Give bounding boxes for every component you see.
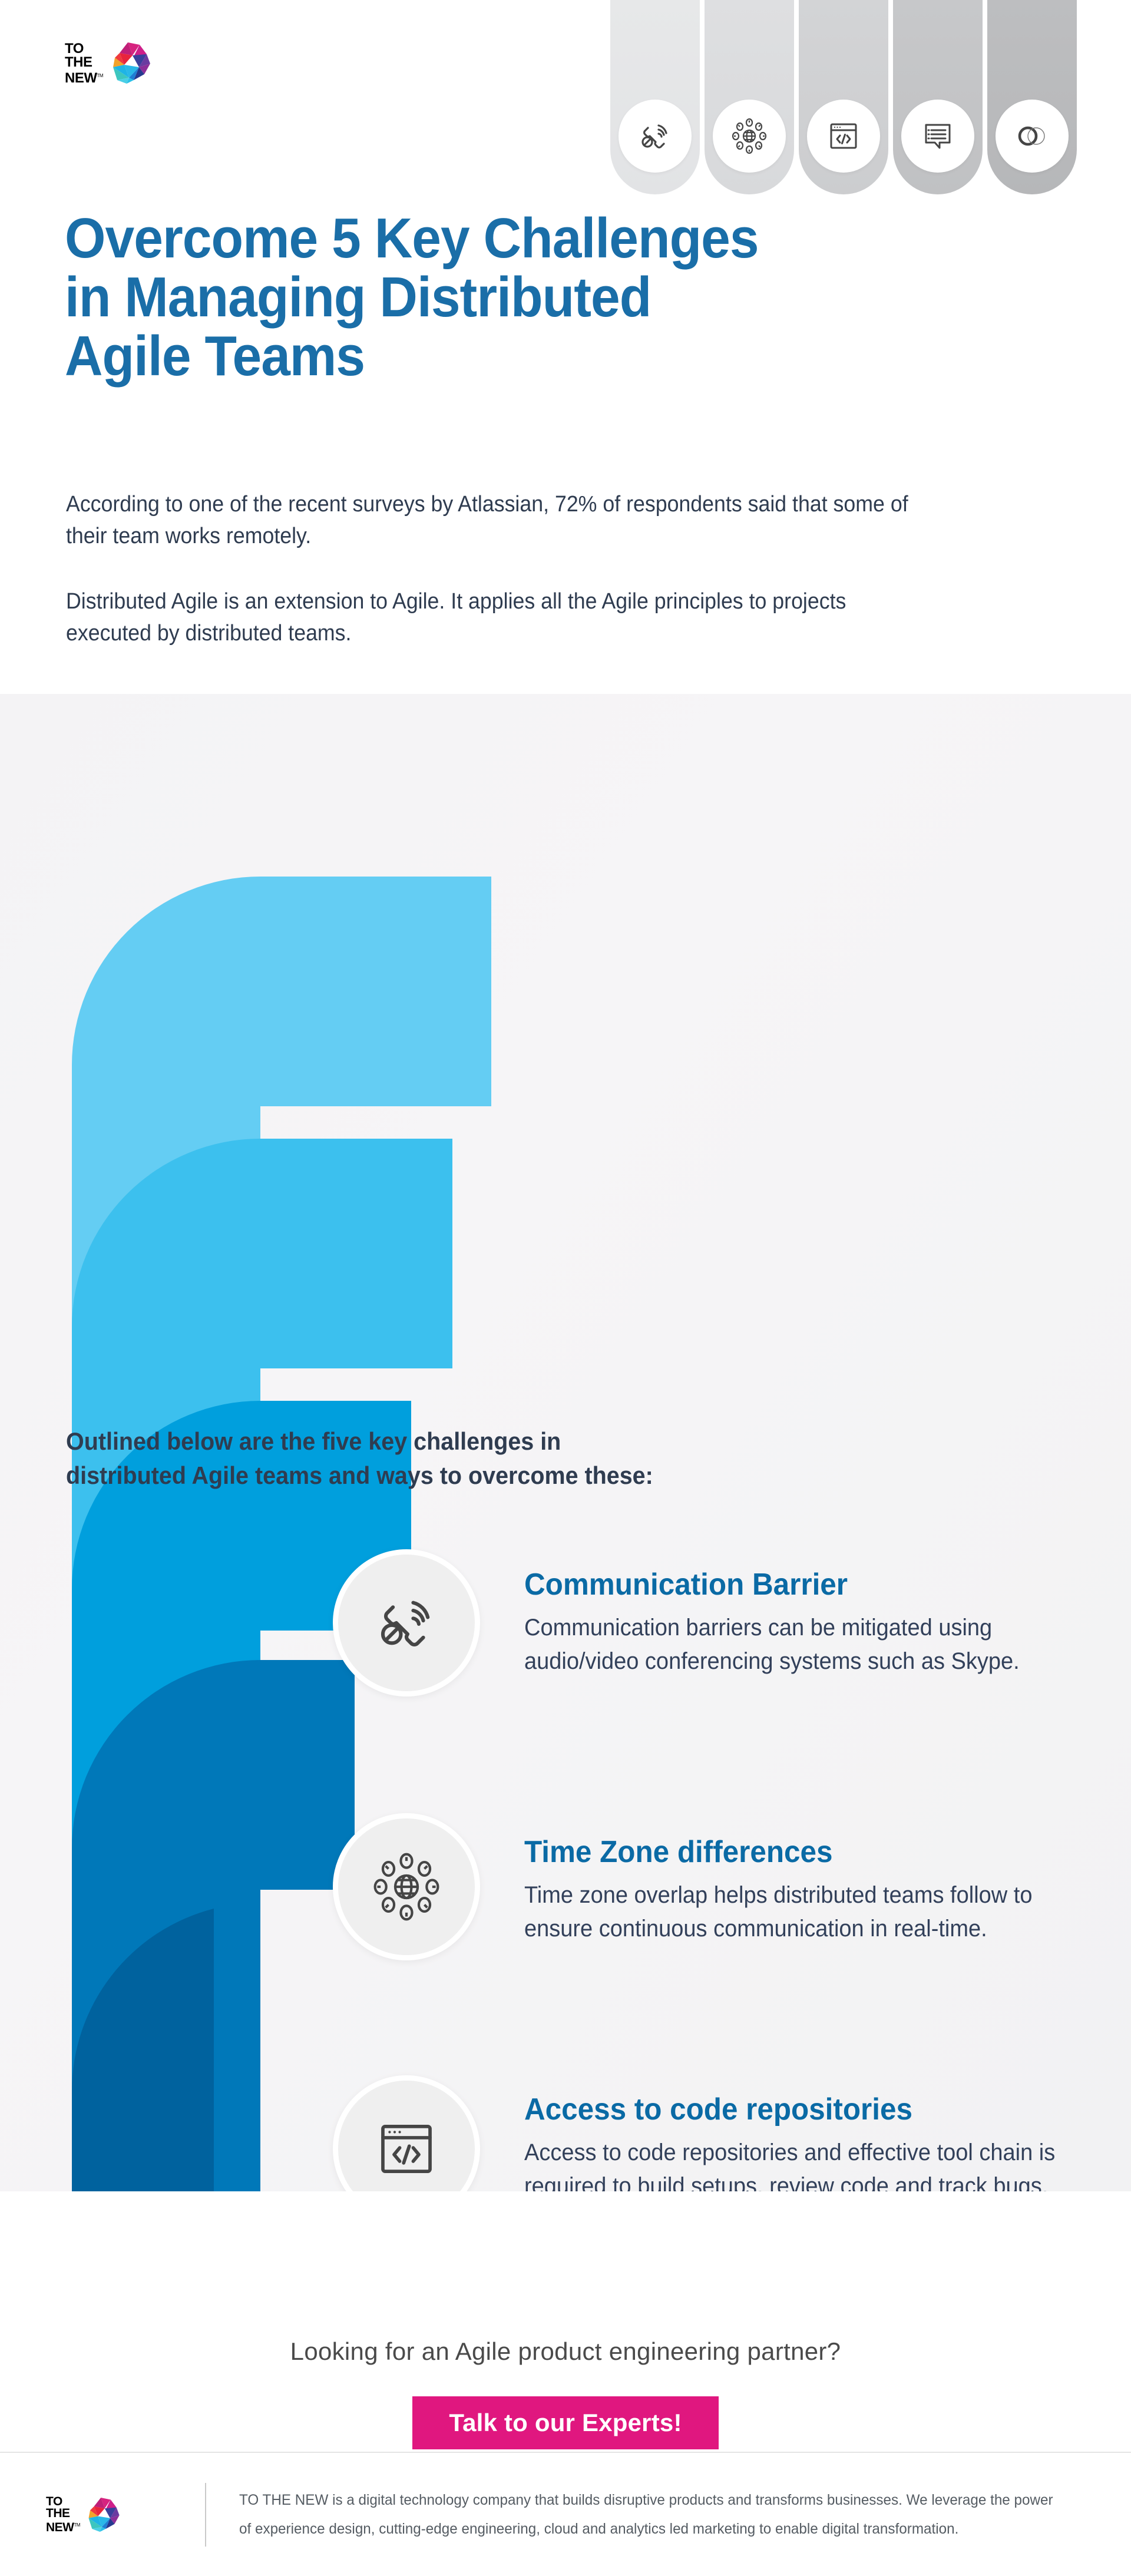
footer-logo-line-to: TO: [46, 2494, 62, 2508]
footer-logo-line-new: NEWTM: [46, 2520, 81, 2534]
trademark-mark: TM: [97, 72, 104, 78]
hero-icon-slot-1: [610, 87, 700, 184]
logo-line-new: NEWTM: [65, 70, 104, 86]
footer-trademark-mark: TM: [74, 2522, 81, 2528]
globe-clocks-icon-circle: [713, 99, 786, 173]
footer-section: TO THE NEWTM TO THE NEW is a digital tec…: [0, 2452, 1131, 2576]
challenge-description-3: Access to code repositories and effectiv…: [524, 2139, 1056, 2191]
footer-logo-line-the: THE: [46, 2506, 70, 2520]
page-title-line-3: Agile Teams: [65, 324, 365, 388]
footer-brand-gem-icon: [88, 2497, 120, 2532]
section-heading: Outlined below are the five key challeng…: [66, 1424, 653, 1493]
hero-icon-slot-2: [705, 87, 794, 184]
cta-section: Looking for an Agile product engineering…: [0, 2191, 1131, 2452]
page-title: Overcome 5 Key Challenges in Managing Di…: [65, 209, 996, 385]
intro-paragraph-2: Distributed Agile is an extension to Agi…: [66, 589, 846, 646]
arc-shape-1: [72, 877, 491, 2191]
cta-question: Looking for an Agile product engineering…: [290, 2337, 841, 2365]
chat-bubble-icon-circle: [901, 99, 974, 173]
section-heading-line-2: distributed Agile teams and ways to over…: [66, 1461, 653, 1489]
code-window-icon-circle: [807, 99, 880, 173]
challenge-icon-badge-1: [333, 1549, 480, 1697]
challenge-copy-2: Time Zone differences Time zone overlap …: [524, 1835, 1084, 1946]
challenge-title-2: Time Zone differences: [524, 1835, 833, 1869]
challenge-icon-badge-2: [333, 1813, 480, 1960]
intro-paragraph-1: According to one of the recent surveys b…: [66, 492, 908, 548]
footer-divider: [205, 2482, 206, 2547]
arc-shape-3: [72, 1401, 411, 2191]
arc-shape-5: [72, 1909, 214, 2191]
page-title-line-2: in Managing Distributed: [65, 265, 652, 329]
brand-logo: TO THE NEWTM: [65, 41, 153, 85]
hero-icon-slot-3: [799, 87, 888, 184]
section-heading-line-1: Outlined below are the five key challeng…: [66, 1427, 561, 1455]
challenge-icon-badge-3: [333, 2075, 480, 2191]
challenges-section: Outlined below are the five key challeng…: [0, 694, 1131, 2191]
challenge-copy-1: Communication Barrier Communication barr…: [524, 1568, 1084, 1678]
challenge-title-3: Access to code repositories: [524, 2092, 912, 2127]
chat-bubble-icon: [925, 124, 951, 148]
logo-line-to: TO: [65, 40, 84, 57]
phone-waves-icon-circle: [619, 99, 692, 173]
brand-logo-wordmark: TO THE NEWTM: [65, 40, 104, 86]
linked-circles-icon-circle: [996, 99, 1069, 173]
page-title-line-1: Overcome 5 Key Challenges: [65, 207, 759, 270]
code-window-icon: [830, 123, 857, 148]
hero-icon-slot-5: [987, 87, 1077, 184]
footer-description: TO THE NEW is a digital technology compa…: [239, 2491, 1053, 2537]
hero-icon-row: [610, 87, 1082, 184]
hero-icon-slot-4: [893, 87, 983, 184]
phone-waves-icon: [641, 124, 667, 148]
talk-to-experts-button[interactable]: Talk to our Experts!: [412, 2396, 719, 2449]
brand-gem-icon: [113, 42, 151, 84]
linked-circles-icon: [1018, 126, 1045, 146]
globe-clocks-icon: [732, 118, 767, 154]
globe-clocks-icon: [373, 1853, 439, 1921]
code-window-icon: [381, 2125, 432, 2173]
footer-brand-logo: TO THE NEWTM: [46, 2494, 205, 2534]
challenge-title-1: Communication Barrier: [524, 1568, 848, 1602]
footer-logo-wordmark: TO THE NEWTM: [46, 2494, 81, 2534]
header-section: TO THE NEWTM Overcome 5 Key Challenges i…: [0, 0, 1131, 694]
arc-shape-4: [72, 1660, 355, 2191]
challenge-description-2: Time zone overlap helps distributed team…: [524, 1882, 1033, 1942]
phone-waves-icon: [381, 1601, 430, 1646]
logo-line-the: THE: [65, 54, 92, 70]
challenge-copy-3: Access to code repositories Access to co…: [524, 2092, 1084, 2191]
challenge-description-1: Communication barriers can be mitigated …: [524, 1615, 1020, 1674]
